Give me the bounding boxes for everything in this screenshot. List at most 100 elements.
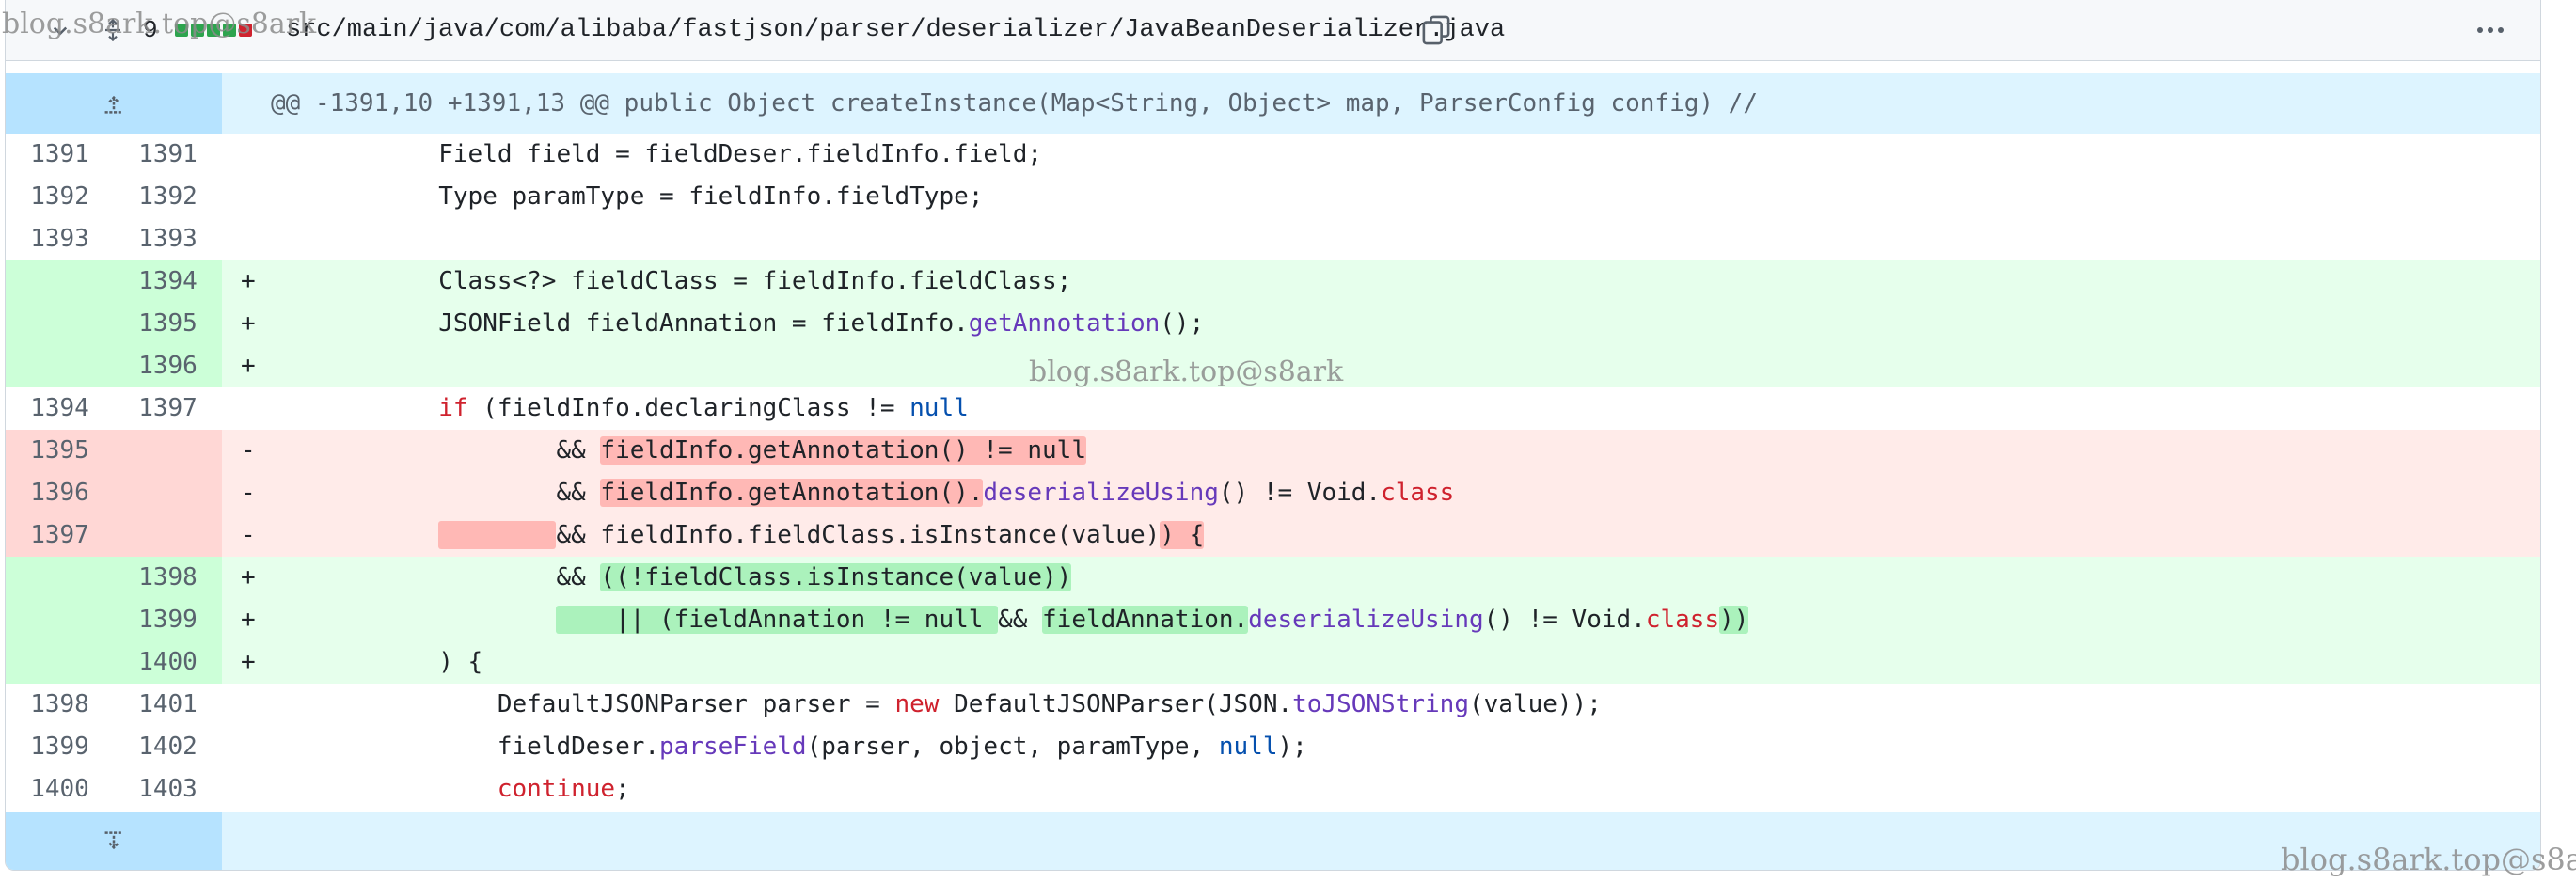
unfold-icon[interactable] [100, 0, 126, 60]
code-line: && ((!fieldClass.isInstance(value)) [556, 563, 1072, 591]
changes-count: 9 [143, 16, 158, 44]
diffstat-del-square [239, 24, 252, 37]
old-line-number[interactable]: 1391 [6, 134, 114, 176]
code-line: && fieldInfo.getAnnotation().deserialize… [556, 479, 1455, 507]
diffstat-add-square [191, 24, 204, 37]
code-line: Type paramType = fieldInfo.fieldType; [438, 182, 984, 211]
diff-sign: + [241, 563, 256, 591]
old-line-number[interactable] [6, 345, 114, 387]
diffstat [175, 0, 252, 60]
code-line: JSONField fieldAnnation = fieldInfo.getA… [438, 309, 1205, 338]
old-line-number[interactable] [6, 303, 114, 345]
diff-line-deleted: 1397 - && fieldInfo.fieldClass.isInstanc… [6, 514, 2540, 557]
old-line-number[interactable] [6, 260, 114, 303]
chevron-down-icon[interactable] [47, 0, 73, 60]
old-line-number[interactable]: 1400 [6, 768, 114, 811]
diff-sign: + [241, 352, 256, 380]
code-line: if (fieldInfo.declaringClass != null [438, 394, 969, 422]
new-line-number[interactable]: 1400 [114, 641, 222, 684]
diff-sign: + [241, 648, 256, 676]
new-line-number[interactable]: 1392 [114, 176, 222, 218]
code-line: Class<?> fieldClass = fieldInfo.fieldCla… [438, 267, 1072, 295]
fold-down-icon[interactable] [6, 812, 222, 870]
new-line-number[interactable] [114, 472, 222, 514]
diff-sign: + [241, 267, 256, 295]
code-line: && fieldInfo.getAnnotation() != null [556, 436, 1086, 465]
diff-line-added: 1394 + Class<?> fieldClass = fieldInfo.f… [6, 260, 2540, 303]
diff-sign [222, 726, 269, 768]
diff-line: 1391 1391 Field field = fieldDeser.field… [6, 134, 2540, 176]
code-line: ) { [438, 648, 483, 676]
copy-icon[interactable] [1419, 0, 1453, 60]
hunk-header-text: @@ -1391,10 +1391,13 @@ public Object cr… [271, 89, 1758, 118]
old-line-number[interactable]: 1399 [6, 726, 114, 768]
diffstat-add-square [175, 24, 188, 37]
code-line: fieldDeser.parseField(parser, object, pa… [497, 733, 1307, 761]
diff-line: 1399 1402 fieldDeser.parseField(parser, … [6, 726, 2540, 768]
diff-line: 1400 1403 continue; [6, 768, 2540, 811]
diff-sign [222, 387, 269, 430]
new-line-number[interactable] [114, 430, 222, 472]
diff-sign [222, 176, 269, 218]
diff-line: 1398 1401 DefaultJSONParser parser = new… [6, 684, 2540, 726]
new-line-number[interactable]: 1399 [114, 599, 222, 641]
diff-line-added: 1396 + [6, 345, 2540, 387]
diff-sign [222, 768, 269, 811]
diff-line: 1394 1397 if (fieldInfo.declaringClass !… [6, 387, 2540, 430]
diff-sign [222, 684, 269, 726]
old-line-number[interactable]: 1393 [6, 218, 114, 260]
diff-sign: - [241, 521, 256, 549]
diff-sign [222, 134, 269, 176]
old-line-number[interactable]: 1398 [6, 684, 114, 726]
expand-down-row [6, 812, 2540, 870]
diff-sign: + [241, 309, 256, 338]
new-line-number[interactable]: 1402 [114, 726, 222, 768]
diff-line-deleted: 1396 - && fieldInfo.getAnnotation().dese… [6, 472, 2540, 514]
diff-sign: - [241, 436, 256, 465]
hunk-header: @@ -1391,10 +1391,13 @@ public Object cr… [6, 73, 2540, 134]
code-line: || (fieldAnnation != null && fieldAnnati… [556, 606, 1749, 634]
new-line-number[interactable]: 1398 [114, 557, 222, 599]
new-line-number[interactable]: 1393 [114, 218, 222, 260]
diff-line-added: 1400 + ) { [6, 641, 2540, 684]
diff-file-panel: 9 src/main/java/com/alibaba/fastjson/par… [5, 0, 2541, 871]
file-path[interactable]: src/main/java/com/alibaba/fastjson/parse… [286, 0, 1505, 60]
new-line-number[interactable]: 1391 [114, 134, 222, 176]
diff-table: @@ -1391,10 +1391,13 @@ public Object cr… [6, 73, 2540, 811]
new-line-number[interactable]: 1401 [114, 684, 222, 726]
file-header: 9 src/main/java/com/alibaba/fastjson/par… [6, 0, 2540, 61]
new-line-number[interactable]: 1396 [114, 345, 222, 387]
fold-up-icon[interactable] [6, 73, 222, 134]
diff-sign [222, 218, 269, 260]
diff-line-added: 1395 + JSONField fieldAnnation = fieldIn… [6, 303, 2540, 345]
code-line: && fieldInfo.fieldClass.isInstance(value… [269, 514, 2540, 557]
code-line: continue; [497, 775, 630, 803]
code-line: Field field = fieldDeser.fieldInfo.field… [438, 140, 1043, 168]
old-line-number[interactable]: 1396 [6, 472, 114, 514]
new-line-number[interactable]: 1394 [114, 260, 222, 303]
old-line-number[interactable]: 1397 [6, 514, 114, 557]
diff-sign: - [241, 479, 256, 507]
old-line-number[interactable] [6, 557, 114, 599]
new-line-number[interactable] [114, 514, 222, 557]
old-line-number[interactable]: 1392 [6, 176, 114, 218]
old-line-number[interactable]: 1395 [6, 430, 114, 472]
diffstat-add-square [207, 24, 220, 37]
new-line-number[interactable]: 1395 [114, 303, 222, 345]
diff-line-added: 1399 + || (fieldAnnation != null && fiel… [6, 599, 2540, 641]
code-line: DefaultJSONParser parser = new DefaultJS… [497, 690, 1602, 718]
old-line-number[interactable] [6, 641, 114, 684]
new-line-number[interactable]: 1397 [114, 387, 222, 430]
old-line-number[interactable]: 1394 [6, 387, 114, 430]
kebab-horizontal-icon[interactable] [2472, 0, 2509, 60]
diff-line: 1393 1393 [6, 218, 2540, 260]
diff-line-added: 1398 + && ((!fieldClass.isInstance(value… [6, 557, 2540, 599]
old-line-number[interactable] [6, 599, 114, 641]
diff-line-deleted: 1395 - && fieldInfo.getAnnotation() != n… [6, 430, 2540, 472]
diffstat-add-square [223, 24, 236, 37]
diff-line: 1392 1392 Type paramType = fieldInfo.fie… [6, 176, 2540, 218]
diff-sign: + [241, 606, 256, 634]
new-line-number[interactable]: 1403 [114, 768, 222, 811]
